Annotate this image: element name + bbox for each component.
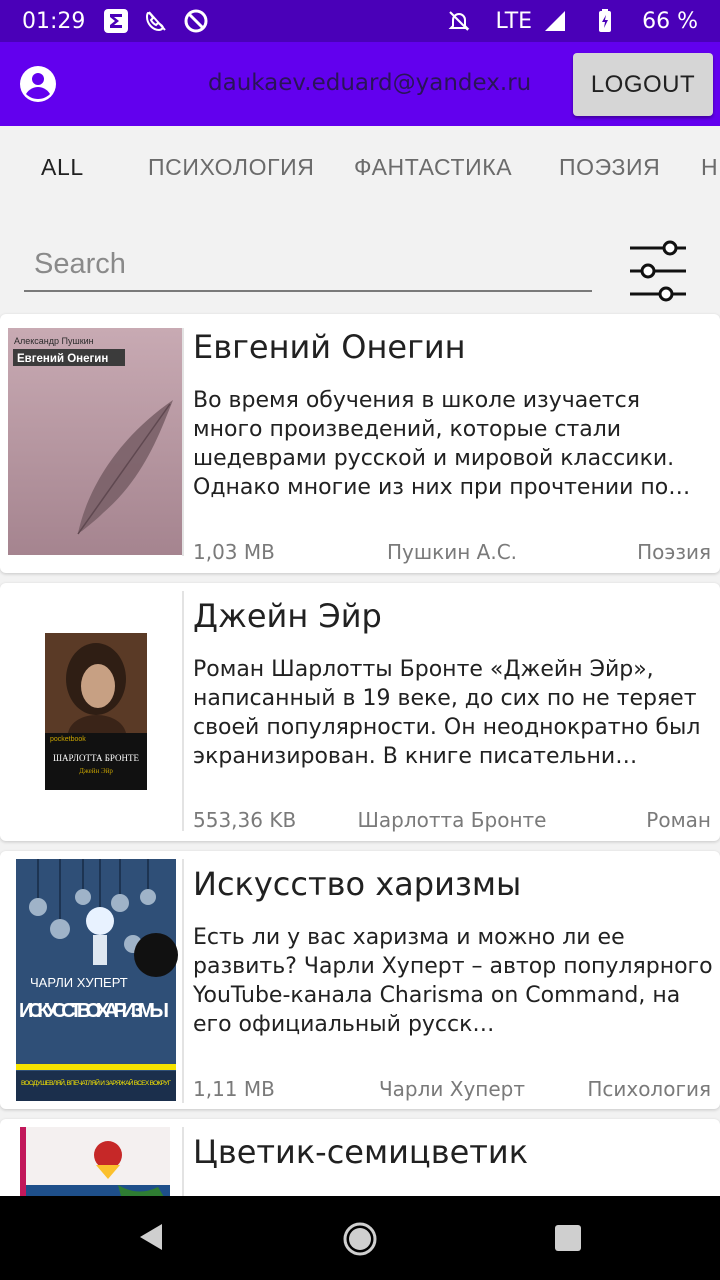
search-input[interactable] xyxy=(24,240,592,288)
book-description: Во время обучения в школе изучается мног… xyxy=(193,388,691,500)
jane-eyre-cover-image: pocketbook ШАРЛОТТА БРОНТЕ Джейн Эйр xyxy=(8,591,182,831)
book-genre: Психология xyxy=(587,1077,711,1101)
cover-author: ШАРЛОТТА БРОНТЕ xyxy=(53,753,140,763)
mute-icon xyxy=(446,8,472,34)
book-card[interactable]: ЧАРЛИ ХУПЕРТ ИСКУССТВО ХАРИЗМЫ ВООДУШЕВЛ… xyxy=(0,851,720,1109)
home-icon[interactable] xyxy=(343,1222,377,1256)
tab-all[interactable]: ALL xyxy=(41,154,84,181)
book-description: Есть ли у вас харизма и можно ли ее разв… xyxy=(193,925,713,1037)
signal-icon xyxy=(542,8,568,34)
book-genre: Поэзия xyxy=(637,540,711,564)
battery-level: 66 % xyxy=(642,8,698,34)
book-genre: Роман xyxy=(646,808,711,832)
status-bar: 01:29 LTE 66 % xyxy=(0,0,720,42)
app-bar: daukaev.eduard@yandex.ru LOGOUT xyxy=(0,42,720,126)
system-nav-bar xyxy=(0,1196,720,1280)
search-field xyxy=(24,240,592,292)
book-author: Пушкин А.С. xyxy=(386,540,518,564)
onegin-cover-image: Александр Пушкин Евгений Онегин xyxy=(8,328,182,555)
book-card[interactable]: pocketbook ШАРЛОТТА БРОНТЕ Джейн Эйр Дже… xyxy=(0,583,720,841)
back-icon[interactable] xyxy=(136,1222,166,1252)
user-email: daukaev.eduard@yandex.ru xyxy=(208,70,532,96)
book-title: Евгений Онегин xyxy=(193,328,466,366)
cover-title: ИСКУССТВО ХАРИЗМЫ xyxy=(19,1000,169,1022)
cover-author: ЧАРЛИ ХУПЕРТ xyxy=(30,975,128,990)
recents-icon[interactable] xyxy=(554,1224,582,1252)
tab-poetry[interactable]: ПОЭЗИЯ xyxy=(559,154,660,181)
book-author: Шарлотта Бронте xyxy=(357,808,547,832)
cover-title: Евгений Онегин xyxy=(17,353,108,365)
cover-author: Александр Пушкин xyxy=(14,336,94,346)
status-time: 01:29 xyxy=(22,8,86,34)
network-label: LTE xyxy=(495,8,533,34)
book-card[interactable]: Александр Пушкин Евгений Онегин Евгений … xyxy=(0,314,720,573)
account-icon[interactable] xyxy=(20,66,56,102)
charisma-cover-image: ЧАРЛИ ХУПЕРТ ИСКУССТВО ХАРИЗМЫ ВООДУШЕВЛ… xyxy=(8,859,182,1103)
tab-next[interactable]: Н xyxy=(701,154,718,181)
tab-psychology[interactable]: ПСИХОЛОГИЯ xyxy=(148,154,314,181)
battery-icon xyxy=(592,8,618,34)
cover-tagline: ВООДУШЕВЛЯЙ, ВПЕЧАТЛЯЙ И ЗАРЯЖАЙ ВСЕХ ВО… xyxy=(21,1078,171,1087)
filter-sliders-icon[interactable] xyxy=(628,240,690,302)
logout-button[interactable]: LOGOUT xyxy=(573,53,713,116)
book-description: Роман Шарлотты Бронте «Джейн Эйр», напис… xyxy=(193,657,701,769)
sigma-app-icon xyxy=(103,8,129,34)
book-cover: Александр Пушкин Евгений Онегин xyxy=(8,328,184,556)
phone-off-icon xyxy=(143,8,169,34)
book-cover: pocketbook ШАРЛОТТА БРОНТЕ Джейн Эйр xyxy=(8,591,184,831)
tab-fantasy[interactable]: ФАНТАСТИКА xyxy=(354,154,512,181)
book-title: Джейн Эйр xyxy=(193,597,382,635)
book-cover: ЧАРЛИ ХУПЕРТ ИСКУССТВО ХАРИЗМЫ ВООДУШЕВЛ… xyxy=(8,859,184,1103)
book-title: Цветик-семицветик xyxy=(193,1133,529,1171)
cover-series: pocketbook xyxy=(50,736,86,743)
cover-title: Джейн Эйр xyxy=(79,767,113,775)
blocked-icon xyxy=(183,8,209,34)
book-title: Искусство харизмы xyxy=(193,865,522,903)
category-tabs: ALL ПСИХОЛОГИЯ ФАНТАСТИКА ПОЭЗИЯ Н xyxy=(0,126,720,212)
